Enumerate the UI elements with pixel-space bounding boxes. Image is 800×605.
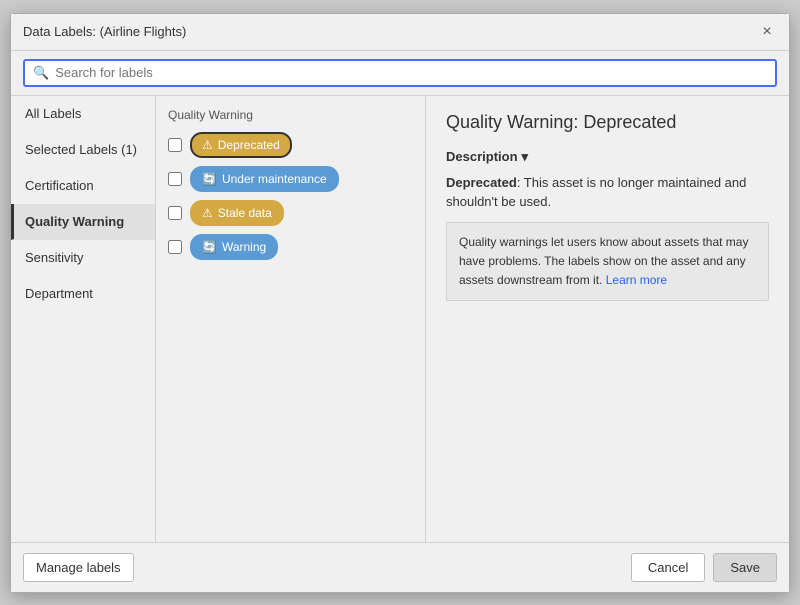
label-checkbox-deprecated[interactable]: [168, 138, 182, 152]
dialog-body: All Labels Selected Labels (1) Certifica…: [11, 96, 789, 542]
chevron-down-icon: ▾: [522, 149, 529, 165]
sidebar-item-quality-warning[interactable]: Quality Warning: [11, 204, 155, 240]
dialog-title: Data Labels: (Airline Flights): [23, 24, 186, 39]
dialog-titlebar: Data Labels: (Airline Flights) ×: [11, 14, 789, 51]
dialog-footer: Manage labels Cancel Save: [11, 542, 789, 592]
label-item-stale-data: ⚠ Stale data: [168, 200, 413, 226]
footer-actions: Cancel Save: [631, 553, 777, 582]
cancel-button[interactable]: Cancel: [631, 553, 705, 582]
labels-panel: Quality Warning ⚠ Deprecated 🔄 Under mai…: [156, 96, 426, 542]
under-maintenance-icon: 🔄: [202, 172, 217, 186]
label-checkbox-stale-data[interactable]: [168, 206, 182, 220]
description-bold: Deprecated: [446, 175, 517, 190]
label-badge-stale-data[interactable]: ⚠ Stale data: [190, 200, 284, 226]
sidebar-item-selected-labels[interactable]: Selected Labels (1): [11, 132, 155, 168]
label-badge-deprecated[interactable]: ⚠ Deprecated: [190, 132, 292, 158]
description-text: Deprecated: This asset is no longer main…: [446, 173, 769, 212]
search-input-wrapper: 🔍: [23, 59, 777, 87]
sidebar: All Labels Selected Labels (1) Certifica…: [11, 96, 156, 542]
search-icon: 🔍: [33, 65, 49, 81]
label-item-under-maintenance: 🔄 Under maintenance: [168, 166, 413, 192]
search-input[interactable]: [55, 65, 767, 80]
sidebar-item-department[interactable]: Department: [11, 276, 155, 312]
label-badge-warning[interactable]: 🔄 Warning: [190, 234, 278, 260]
search-bar: 🔍: [11, 51, 789, 96]
info-text: Quality warnings let users know about as…: [459, 235, 748, 287]
label-checkbox-under-maintenance[interactable]: [168, 172, 182, 186]
sidebar-item-certification[interactable]: Certification: [11, 168, 155, 204]
learn-more-link[interactable]: Learn more: [606, 273, 667, 287]
sidebar-item-all-labels[interactable]: All Labels: [11, 96, 155, 132]
label-item-deprecated: ⚠ Deprecated: [168, 132, 413, 158]
deprecated-icon: ⚠: [202, 138, 213, 152]
label-checkbox-warning[interactable]: [168, 240, 182, 254]
data-labels-dialog: Data Labels: (Airline Flights) × 🔍 All L…: [10, 13, 790, 593]
warning-label: Warning: [222, 240, 266, 254]
detail-panel: Quality Warning: Deprecated Description …: [426, 96, 789, 542]
detail-title: Quality Warning: Deprecated: [446, 112, 769, 133]
labels-panel-title: Quality Warning: [168, 108, 413, 122]
info-box: Quality warnings let users know about as…: [446, 222, 769, 302]
manage-labels-button[interactable]: Manage labels: [23, 553, 134, 582]
close-button[interactable]: ×: [757, 22, 777, 42]
description-header-label: Description: [446, 149, 518, 164]
label-item-warning: 🔄 Warning: [168, 234, 413, 260]
under-maintenance-label: Under maintenance: [222, 172, 327, 186]
sidebar-item-sensitivity[interactable]: Sensitivity: [11, 240, 155, 276]
description-header[interactable]: Description ▾: [446, 149, 769, 165]
stale-data-label: Stale data: [218, 206, 272, 220]
warning-icon: 🔄: [202, 240, 217, 254]
stale-data-icon: ⚠: [202, 206, 213, 220]
save-button[interactable]: Save: [713, 553, 777, 582]
label-badge-under-maintenance[interactable]: 🔄 Under maintenance: [190, 166, 339, 192]
deprecated-label: Deprecated: [218, 138, 280, 152]
